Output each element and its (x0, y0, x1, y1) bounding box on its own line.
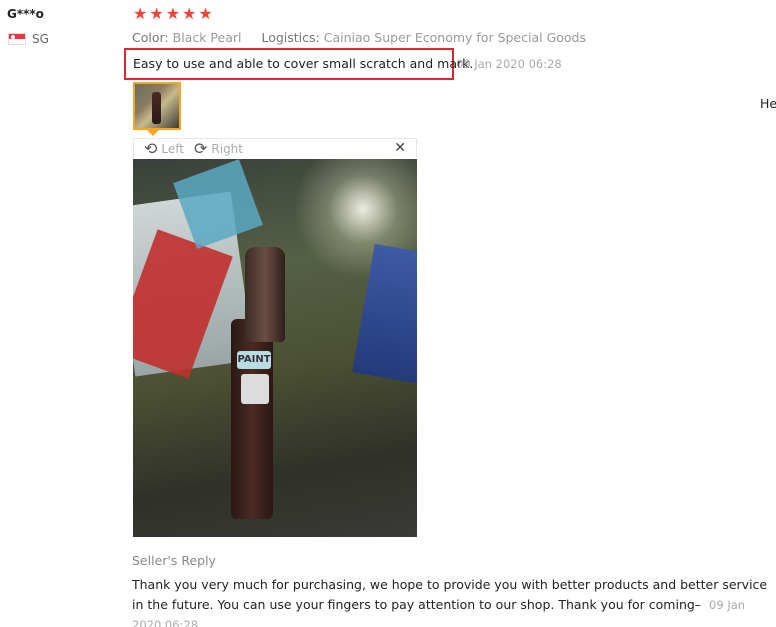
photo-viewer-toolbar: ⟲ Left ⟳ Right ✕ (133, 138, 417, 158)
color-value: Black Pearl (172, 30, 242, 45)
rotate-right-label: Right (211, 141, 243, 156)
rotate-left-label: Left (161, 141, 184, 156)
review-item: G***o SG ★ ★ ★ ★ ★ Color: Black Pearl Lo… (0, 0, 776, 627)
rotate-right-button[interactable]: ⟳ Right (193, 138, 243, 158)
review-date: 09 Jan 2020 06:28 (456, 57, 562, 71)
seller-reply: Thank you very much for purchasing, we h… (132, 575, 772, 627)
rotate-left-icon: ⟲ (144, 138, 158, 158)
pen-label: PAINT (237, 351, 271, 369)
seller-reply-title: Seller's Reply (132, 553, 216, 568)
seller-reply-text: Thank you very much for purchasing, we h… (132, 577, 768, 612)
star-icon: ★ (198, 4, 213, 23)
logistics-label: Logistics: (261, 30, 320, 45)
order-meta: Color: Black Pearl Logistics: Cainiao Su… (132, 30, 586, 45)
review-photo-large[interactable]: PAINT (133, 159, 417, 537)
review-photo-thumbnail[interactable] (133, 82, 181, 130)
thumbnail-pointer-icon (147, 130, 159, 136)
close-icon[interactable]: ✕ (394, 140, 406, 156)
paint-pen (231, 319, 273, 519)
country-code: SG (32, 32, 49, 46)
reviewer-name: G***o (7, 7, 44, 21)
rotate-right-icon: ⟳ (193, 138, 208, 158)
star-rating: ★ ★ ★ ★ ★ (133, 5, 213, 23)
singapore-flag-icon (8, 33, 26, 45)
star-icon: ★ (149, 4, 164, 23)
logistics-value: Cainiao Super Economy for Special Goods (323, 30, 587, 45)
side-text: He (760, 96, 776, 111)
reviewer-country: SG (8, 32, 49, 46)
star-icon: ★ (182, 4, 197, 23)
review-text: Easy to use and able to cover small scra… (133, 56, 474, 71)
star-icon: ★ (133, 4, 148, 23)
star-icon: ★ (165, 4, 181, 23)
color-label: Color: (132, 30, 169, 45)
rotate-left-button[interactable]: ⟲ Left (144, 138, 184, 158)
pen-logo-icon (241, 374, 269, 404)
